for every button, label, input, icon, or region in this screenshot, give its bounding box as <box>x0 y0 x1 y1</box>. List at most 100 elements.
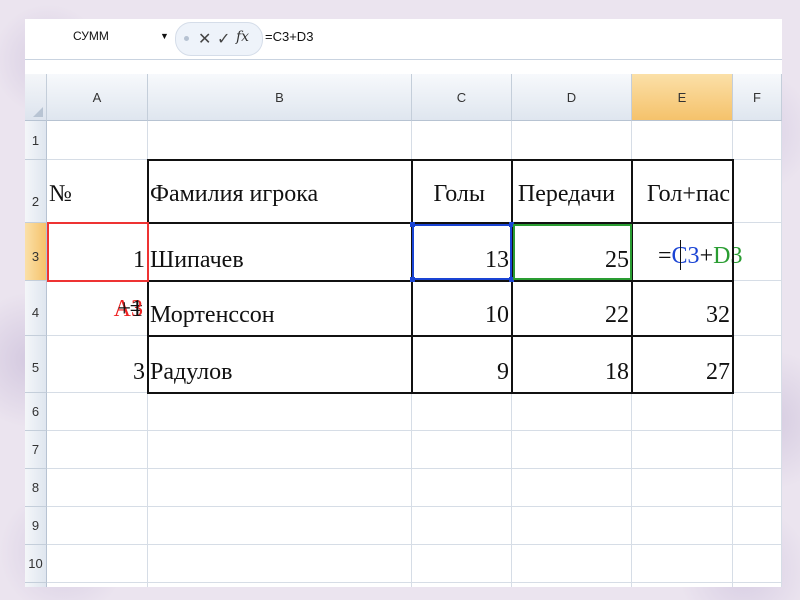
row-header-1[interactable]: 1 <box>25 121 47 160</box>
empty-cell[interactable] <box>632 121 733 160</box>
column-header-a[interactable]: A <box>47 74 148 121</box>
empty-cell[interactable] <box>632 545 733 583</box>
cell-e2[interactable]: Гол+пас <box>632 160 733 223</box>
table-divider <box>147 335 734 337</box>
empty-cell[interactable] <box>512 583 632 587</box>
row-header-5[interactable]: 5 <box>25 336 47 393</box>
cell-c3[interactable]: 13 <box>412 223 512 281</box>
cell-c5[interactable]: 9 <box>412 336 512 393</box>
table-divider <box>147 280 734 282</box>
name-box[interactable]: СУММ ▼ <box>25 19 173 56</box>
row-header-7[interactable]: 7 <box>25 431 47 469</box>
empty-cell[interactable] <box>148 507 412 545</box>
enter-icon[interactable]: ✓ <box>217 29 230 49</box>
empty-cell[interactable] <box>148 583 412 587</box>
empty-cell[interactable] <box>512 469 632 507</box>
cell-b2[interactable]: Фамилия игрока <box>148 160 412 223</box>
empty-cell[interactable] <box>47 583 148 587</box>
insert-function-icon[interactable]: fx <box>236 29 249 45</box>
empty-cell[interactable] <box>412 393 512 431</box>
cell-b4[interactable]: Мортенссон <box>148 281 412 336</box>
empty-cell[interactable] <box>733 507 782 545</box>
empty-cell[interactable] <box>632 431 733 469</box>
cell-b5[interactable]: Радулов <box>148 336 412 393</box>
empty-cell[interactable] <box>47 393 148 431</box>
empty-cell[interactable] <box>148 469 412 507</box>
empty-cell[interactable] <box>412 121 512 160</box>
empty-cell[interactable] <box>733 431 782 469</box>
formula-input[interactable]: =C3+D3 <box>263 19 782 56</box>
empty-cell[interactable] <box>412 431 512 469</box>
empty-cell[interactable] <box>512 431 632 469</box>
table-divider <box>631 159 633 394</box>
cell-d5[interactable]: 18 <box>512 336 632 393</box>
cell-e4[interactable]: 32 <box>632 281 733 336</box>
column-header-d[interactable]: D <box>512 74 632 121</box>
select-all-button[interactable] <box>25 74 47 121</box>
resize-handle[interactable] <box>509 222 514 227</box>
row-header-11[interactable]: 11 <box>25 583 47 587</box>
empty-cell[interactable] <box>148 121 412 160</box>
active-cell-e3[interactable]: =C3+D3 <box>632 223 742 281</box>
empty-cell[interactable] <box>733 281 782 336</box>
row-header-3[interactable]: 3 <box>25 223 47 281</box>
empty-cell[interactable] <box>412 583 512 587</box>
row-header-9[interactable]: 9 <box>25 507 47 545</box>
empty-cell[interactable] <box>148 545 412 583</box>
empty-cell[interactable] <box>733 336 782 393</box>
row-header-6[interactable]: 6 <box>25 393 47 431</box>
row-header-8[interactable]: 8 <box>25 469 47 507</box>
empty-cell[interactable] <box>632 393 733 431</box>
cell-c2[interactable]: Голы <box>412 160 512 223</box>
empty-cell[interactable] <box>733 583 782 587</box>
empty-cell[interactable] <box>512 545 632 583</box>
resize-handle[interactable] <box>509 277 514 282</box>
row-header-2[interactable]: 2 <box>25 160 47 223</box>
empty-cell[interactable] <box>512 121 632 160</box>
empty-cell[interactable] <box>733 160 782 223</box>
formula-bar: СУММ ▼ ✕ ✓ fx =C3+D3 <box>25 19 782 60</box>
empty-cell[interactable] <box>148 393 412 431</box>
cell-b3[interactable]: Шипачев <box>148 223 412 281</box>
cell-e5[interactable]: 27 <box>632 336 733 393</box>
empty-cell[interactable] <box>412 545 512 583</box>
column-header-e[interactable]: E <box>632 74 733 121</box>
cell-e3-formula[interactable]: =C3+D3 <box>658 243 742 270</box>
cell-a4[interactable]: = A3 +1 <box>47 281 148 336</box>
empty-cell[interactable] <box>733 393 782 431</box>
empty-cell[interactable] <box>47 121 148 160</box>
column-header-f[interactable]: F <box>733 74 782 121</box>
cell-a5[interactable]: 3 <box>47 336 148 393</box>
cell-d2[interactable]: Передачи <box>512 160 632 223</box>
empty-cell[interactable] <box>47 431 148 469</box>
empty-cell[interactable] <box>148 431 412 469</box>
cell-d4[interactable]: 22 <box>512 281 632 336</box>
resize-handle[interactable] <box>410 277 415 282</box>
cell-d3[interactable]: 25 <box>512 223 632 281</box>
empty-cell[interactable] <box>47 507 148 545</box>
empty-cell[interactable] <box>733 469 782 507</box>
empty-cell[interactable] <box>733 545 782 583</box>
empty-cell[interactable] <box>512 507 632 545</box>
row-header-10[interactable]: 10 <box>25 545 47 583</box>
empty-cell[interactable] <box>733 121 782 160</box>
cancel-icon[interactable]: ✕ <box>198 29 211 49</box>
empty-cell[interactable] <box>47 469 148 507</box>
row-header-4[interactable]: 4 <box>25 281 47 336</box>
cell-a3[interactable]: 1 <box>47 223 148 281</box>
empty-cell[interactable] <box>512 393 632 431</box>
column-header-b[interactable]: B <box>148 74 412 121</box>
chevron-down-icon[interactable]: ▼ <box>160 31 169 41</box>
empty-cell[interactable] <box>47 545 148 583</box>
empty-cell[interactable] <box>412 507 512 545</box>
column-header-c[interactable]: C <box>412 74 512 121</box>
name-box-value: СУММ <box>73 29 109 43</box>
empty-cell[interactable] <box>632 507 733 545</box>
cell-a2[interactable]: № <box>47 160 148 223</box>
formula-text: =C3+D3 <box>265 29 314 44</box>
empty-cell[interactable] <box>632 469 733 507</box>
resize-handle[interactable] <box>410 222 415 227</box>
empty-cell[interactable] <box>632 583 733 587</box>
cell-c4[interactable]: 10 <box>412 281 512 336</box>
empty-cell[interactable] <box>412 469 512 507</box>
